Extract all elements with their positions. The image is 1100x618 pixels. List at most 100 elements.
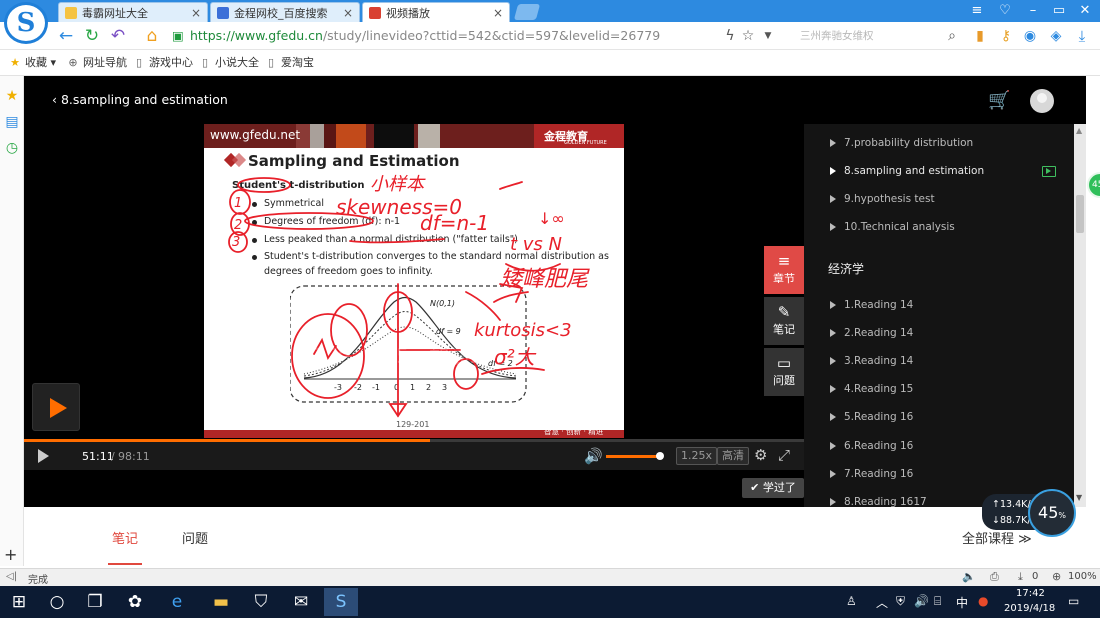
tab-2[interactable]: 金程网校_百度搜索 × (210, 2, 360, 22)
network-icon[interactable]: ⌸ (934, 594, 941, 609)
app-tray-icon[interactable]: ● (978, 594, 988, 608)
mark-learned-button[interactable]: ✔ 学过了 (742, 478, 804, 498)
back-link[interactable]: ‹ 8.sampling and estimation (52, 92, 228, 107)
scroll-down-icon[interactable]: ▼ (1076, 493, 1082, 502)
people-icon[interactable]: ♙ (846, 594, 857, 608)
bookmark-favorites[interactable]: ★ 收藏 ▾ (8, 55, 56, 71)
avatar[interactable] (1030, 89, 1054, 113)
lesson-item[interactable]: 7.probability distribution (830, 137, 973, 149)
all-courses-link[interactable]: 全部课程 ≫ (962, 528, 1032, 547)
cart-icon[interactable]: 🛒 (988, 90, 1010, 111)
questions-button[interactable]: ▭ 问题 (764, 348, 804, 396)
add-icon[interactable]: + (4, 545, 17, 564)
account-icon[interactable]: ◉ (1020, 26, 1040, 46)
lightning-icon[interactable]: ϟ (720, 26, 740, 46)
new-tab-button[interactable] (513, 4, 541, 20)
browser-taskbar-icon[interactable]: S (324, 588, 358, 616)
scroll-up-icon[interactable]: ▲ (1076, 126, 1082, 135)
speed-button[interactable]: 1.25x (676, 447, 718, 465)
search-input[interactable]: 三州奔驰女维权 (782, 27, 962, 45)
lesson-item[interactable]: 5.Reading 16 (830, 411, 913, 423)
zoom-level[interactable]: 100% (1068, 571, 1097, 582)
lesson-item[interactable]: 10.Technical analysis (830, 221, 955, 233)
maximize-icon[interactable]: ▭ (1048, 3, 1070, 19)
star-icon[interactable]: ☆ (738, 26, 758, 46)
volume-slider[interactable] (606, 455, 660, 458)
search-icon[interactable]: ○ (40, 588, 74, 616)
chevron-up-icon[interactable]: ︿ (876, 594, 888, 611)
close-tab-icon[interactable]: × (493, 6, 503, 20)
screenshot-icon[interactable]: ⎙ (990, 570, 999, 584)
lesson-item[interactable]: 8.Reading 1617 (830, 496, 927, 508)
home-icon[interactable]: ⌂ (142, 26, 162, 46)
folder-icon[interactable]: ▬ (204, 588, 238, 616)
tab-1[interactable]: 毒霸网址大全 × (58, 2, 208, 22)
ie-icon[interactable]: e (160, 588, 194, 616)
skin-icon[interactable]: ♡ (994, 3, 1016, 19)
sidebar-toggle-icon[interactable]: ◁| (6, 571, 17, 582)
tab-questions[interactable]: 问题 (182, 528, 208, 547)
minimize-icon[interactable]: – (1022, 3, 1044, 19)
page-scrollbar[interactable] (1074, 124, 1086, 507)
close-tab-icon[interactable]: × (191, 6, 201, 20)
shield-icon[interactable]: ⛨ (896, 594, 905, 609)
app-icon[interactable]: ✿ (118, 588, 152, 616)
chapter-button[interactable]: ≡ 章节 (764, 246, 804, 294)
lesson-item[interactable]: 6.Reading 16 (830, 440, 913, 452)
volume-icon[interactable]: 🔊 (914, 594, 929, 608)
ime-indicator[interactable]: 中 (956, 594, 968, 611)
download-icon[interactable]: ⤓ (1018, 570, 1023, 584)
tab-title: 毒霸网址大全 (82, 6, 148, 20)
clock-time[interactable]: 17:42 (1016, 588, 1045, 599)
browser-logo-icon[interactable]: S (4, 2, 48, 44)
lesson-item[interactable]: 3.Reading 14 (830, 355, 913, 367)
mail-icon[interactable]: ✉ (284, 588, 318, 616)
scrollbar-thumb[interactable] (1076, 195, 1084, 233)
history-icon[interactable]: ◷ (4, 140, 20, 156)
undo-icon[interactable]: ↶ (108, 26, 128, 46)
chevron-down-icon[interactable]: ▼ (758, 26, 778, 46)
search-icon[interactable]: ⌕ (942, 26, 962, 46)
lesson-item[interactable]: 2.Reading 14 (830, 327, 913, 339)
task-view-icon[interactable]: ❐ (78, 588, 112, 616)
volume-knob[interactable] (656, 452, 664, 460)
download-icon[interactable]: ⤓ (1072, 26, 1092, 46)
big-play-button[interactable] (32, 383, 80, 431)
close-window-icon[interactable]: ✕ (1074, 3, 1096, 19)
bookmark-novels[interactable]: ▯ 小说大全 (198, 55, 259, 71)
close-tab-icon[interactable]: × (343, 6, 353, 20)
audio-icon[interactable]: 🔈 (962, 570, 976, 583)
memory-usage-ball[interactable]: 45% (1028, 489, 1076, 537)
lesson-item[interactable]: 1.Reading 14 (830, 299, 913, 311)
notification-icon[interactable]: ▭ (1068, 594, 1079, 608)
store-icon[interactable]: ⛉ (244, 588, 278, 616)
tab-notes[interactable]: 笔记 (112, 528, 138, 547)
play-button[interactable] (38, 449, 49, 463)
back-icon[interactable]: ← (56, 26, 76, 46)
bookmark-nav[interactable]: ⊕ 网址导航 (66, 55, 127, 71)
volume-icon[interactable]: 🔊 (584, 447, 603, 465)
lesson-item[interactable]: 4.Reading 15 (830, 383, 913, 395)
favorites-icon[interactable]: ★ (4, 88, 20, 104)
message-icon[interactable]: ◈ (1046, 26, 1066, 46)
bookmark-taobao[interactable]: ▯ 爱淘宝 (264, 55, 314, 71)
tab-3-active[interactable]: 视频播放 × (362, 2, 510, 22)
gear-icon[interactable]: ⚙ (754, 446, 767, 464)
clock-date[interactable]: 2019/4/18 (1004, 603, 1055, 614)
key-icon[interactable]: ⚷ (996, 26, 1016, 46)
floating-badge[interactable]: 45 (1087, 172, 1100, 198)
quality-button[interactable]: 高清 (717, 447, 749, 465)
fullscreen-icon[interactable]: ⤢ (778, 446, 790, 464)
menu-icon[interactable]: ≡ (966, 3, 988, 19)
reader-icon[interactable]: ▤ (4, 114, 20, 130)
refresh-icon[interactable]: ↻ (82, 26, 102, 46)
zoom-icon[interactable]: ⊕ (1052, 570, 1061, 583)
bookmark-games[interactable]: ▯ 游戏中心 (132, 55, 193, 71)
lesson-item[interactable]: 9.hypothesis test (830, 193, 935, 205)
lesson-item[interactable]: 7.Reading 16 (830, 468, 913, 480)
extension-icon[interactable]: ▮ (970, 26, 990, 46)
windows-start-icon[interactable]: ⊞ (2, 588, 36, 616)
url-input[interactable]: ▣ https://www.gfedu.cn/study/linevideo?c… (172, 27, 712, 45)
lesson-item-current[interactable]: 8.sampling and estimation (830, 165, 984, 177)
notes-button[interactable]: ✎ 笔记 (764, 297, 804, 345)
